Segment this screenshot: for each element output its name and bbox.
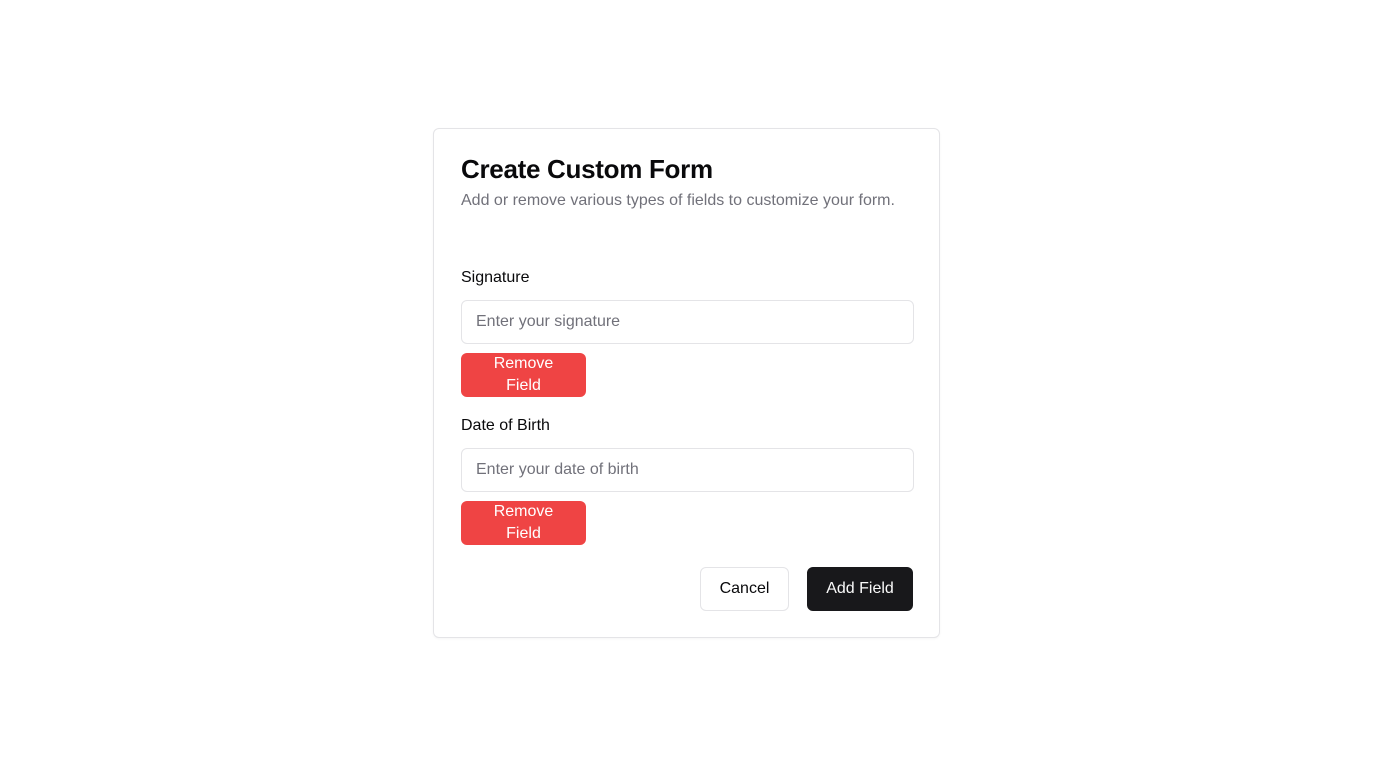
remove-field-button-signature[interactable]: Remove Field [461, 353, 586, 397]
form-actions: Cancel Add Field [700, 567, 913, 611]
field-label-date-of-birth: Date of Birth [461, 417, 550, 434]
form-subtitle: Add or remove various types of fields to… [461, 192, 895, 209]
field-signature: Signature Remove Field [461, 269, 914, 397]
remove-field-button-date-of-birth[interactable]: Remove Field [461, 501, 586, 545]
custom-form-card: Create Custom Form Add or remove various… [433, 128, 940, 638]
date-of-birth-input[interactable] [461, 448, 914, 492]
form-fields: Signature Remove Field Date of Birth Rem… [461, 269, 914, 545]
field-date-of-birth: Date of Birth Remove Field [461, 417, 914, 545]
signature-input[interactable] [461, 300, 914, 344]
add-field-button[interactable]: Add Field [807, 567, 913, 611]
cancel-button[interactable]: Cancel [700, 567, 789, 611]
field-label-signature: Signature [461, 269, 530, 286]
form-title: Create Custom Form [461, 154, 713, 184]
